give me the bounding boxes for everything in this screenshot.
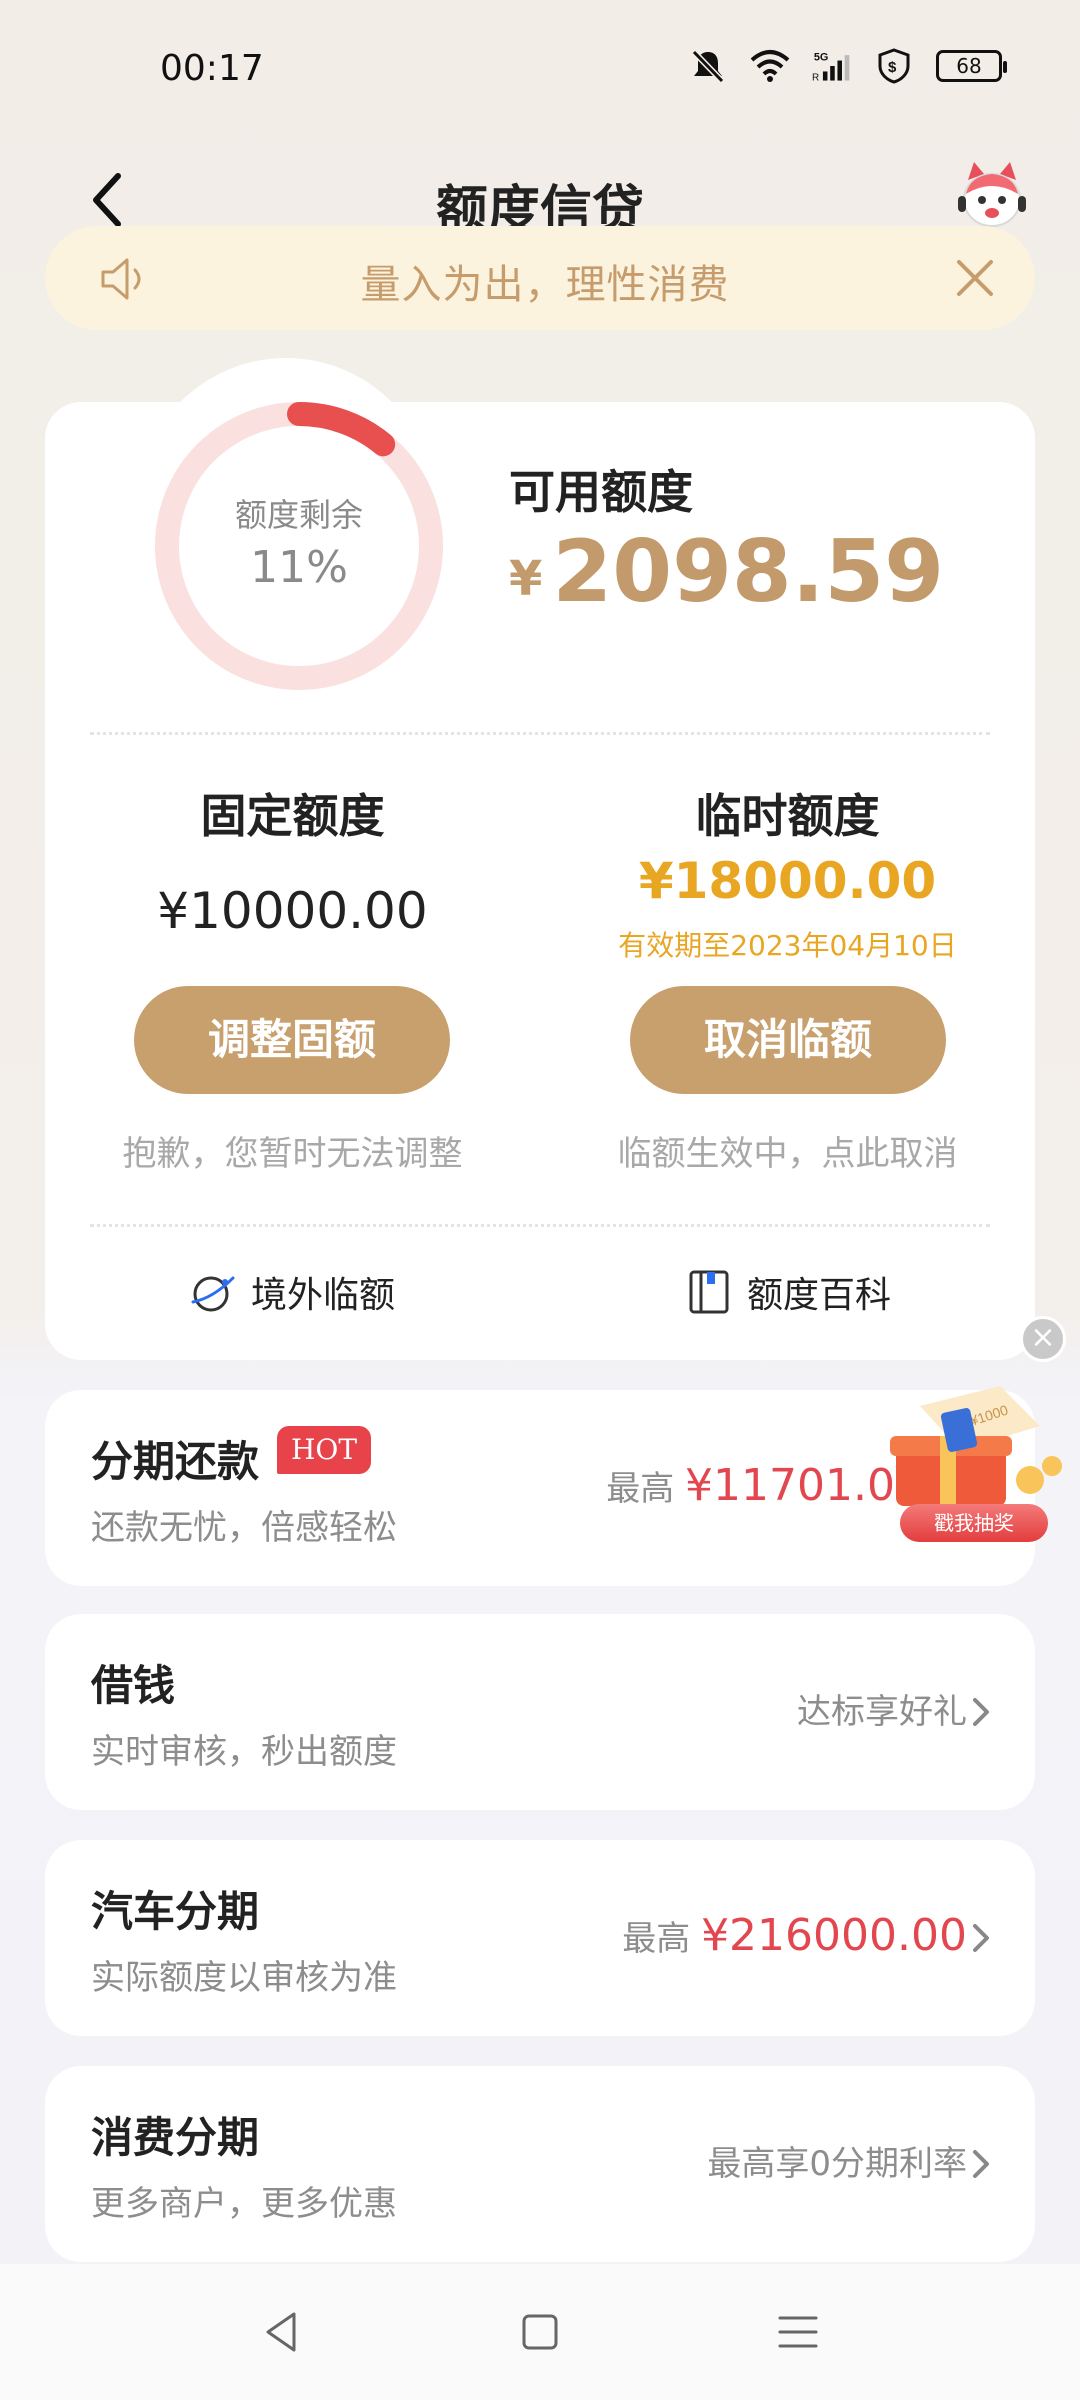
ring-percent: 11% <box>250 542 348 593</box>
svg-text:R: R <box>812 73 819 84</box>
lottery-promo[interactable]: ¥1000 戳我抽奖 <box>880 1386 1080 1546</box>
svg-text:5G: 5G <box>814 52 829 64</box>
fixed-credit-title: 固定额度 <box>200 789 385 843</box>
system-nav-bar <box>0 2264 1080 2400</box>
service-promo-text: 达标享好礼 <box>797 1692 967 1732</box>
temp-credit-title: 临时额度 <box>695 789 880 843</box>
service-subtitle: 更多商户，更多优惠 <box>91 2184 397 2224</box>
cancel-temp-credit-button[interactable]: 取消临额 <box>630 986 946 1094</box>
promo-close-button[interactable]: × <box>1020 1316 1066 1362</box>
signal-5g-icon: 5G R <box>812 52 850 84</box>
notice-text: 量入为出，理性消费 <box>360 262 730 308</box>
service-title: 借钱 <box>91 1661 176 1710</box>
battery-icon: 68 <box>936 50 1007 82</box>
fixed-credit-amount: ¥10000.00 <box>157 882 428 940</box>
available-credit-label: 可用额度 <box>509 465 693 519</box>
book-icon <box>689 1270 729 1314</box>
credit-wiki-label: 额度百科 <box>747 1275 892 1316</box>
available-credit-amount: ¥2098.59 <box>509 522 944 622</box>
car-installment-card[interactable]: 汽车分期 实际额度以审核为准 最高 ¥216000.00 <box>45 1840 1035 2036</box>
service-subtitle: 实时审核，秒出额度 <box>91 1732 397 1772</box>
home-square-icon[interactable] <box>512 2304 568 2360</box>
max-prefix: 最高 <box>622 1919 691 1959</box>
fixed-credit-note: 抱歉，您暂时无法调整 <box>122 1134 463 1174</box>
ring-label: 额度剩余 <box>234 496 363 534</box>
service-title: 汽车分期 <box>91 1887 260 1936</box>
planet-icon <box>191 1276 235 1312</box>
svg-text:$: $ <box>888 59 897 76</box>
temp-credit-amount: ¥18000.00 <box>638 852 937 910</box>
borrow-money-card[interactable]: 借钱 实时审核，秒出额度 达标享好礼 <box>45 1614 1035 1810</box>
max-prefix: 最高 <box>606 1469 675 1509</box>
divider <box>90 732 990 735</box>
chevron-right-icon <box>973 2150 989 2178</box>
divider <box>90 1224 990 1227</box>
chevron-right-icon <box>973 1698 989 1726</box>
service-subtitle: 还款无忧，倍感轻松 <box>91 1508 397 1548</box>
consumer-installment-card[interactable]: 消费分期 更多商户，更多优惠 最高享0分期利率 <box>45 2066 1035 2262</box>
max-amount: ¥11701.0 <box>685 1460 895 1511</box>
notice-banner: 量入为出，理性消费 <box>45 226 1035 330</box>
currency-symbol: ¥ <box>509 551 543 607</box>
wifi-icon <box>750 50 790 82</box>
service-subtitle: 实际额度以审核为准 <box>91 1958 397 1998</box>
customer-service-mascot-icon[interactable] <box>954 158 1030 234</box>
service-promo-text: 最高享0分期利率 <box>707 2144 967 2184</box>
overseas-temp-credit-link[interactable]: 境外临额 <box>189 1266 395 1318</box>
overseas-temp-credit-label: 境外临额 <box>251 1275 396 1316</box>
temp-credit-validity: 有效期至2023年04月10日 <box>618 929 957 962</box>
status-time: 00:17 <box>160 48 264 89</box>
close-icon[interactable] <box>951 254 999 302</box>
service-max-amount: 最高 ¥216000.00 <box>622 1910 967 1961</box>
temp-credit-note[interactable]: 临额生效中，点此取消 <box>540 1126 1035 1175</box>
lottery-button[interactable]: 戳我抽奖 <box>900 1504 1048 1542</box>
status-bar: 00:17 5G R $ 68 <box>0 0 1080 140</box>
credit-summary-card: 额度剩余 11% 可用额度 ¥2098.59 固定额度 ¥10000.00 调整… <box>45 358 1035 1360</box>
bell-muted-icon <box>691 49 725 84</box>
service-title: 分期还款 <box>91 1437 260 1486</box>
available-amount-value: 2098.59 <box>552 522 945 622</box>
service-max-amount: 最高 ¥11701.0 <box>606 1460 895 1511</box>
hot-badge: HOT <box>277 1426 372 1474</box>
back-triangle-icon[interactable] <box>254 2304 310 2360</box>
adjust-fixed-credit-button[interactable]: 调整固额 <box>134 986 450 1094</box>
max-amount: ¥216000.00 <box>701 1910 967 1961</box>
service-title: 消费分期 <box>91 2113 260 2162</box>
credit-wiki-link[interactable]: 额度百科 <box>685 1266 891 1318</box>
chevron-right-icon <box>973 1924 989 1952</box>
menu-lines-icon[interactable] <box>770 2304 826 2360</box>
shield-dollar-icon: $ <box>878 48 910 84</box>
gift-box-icon: ¥1000 <box>890 1386 1062 1506</box>
